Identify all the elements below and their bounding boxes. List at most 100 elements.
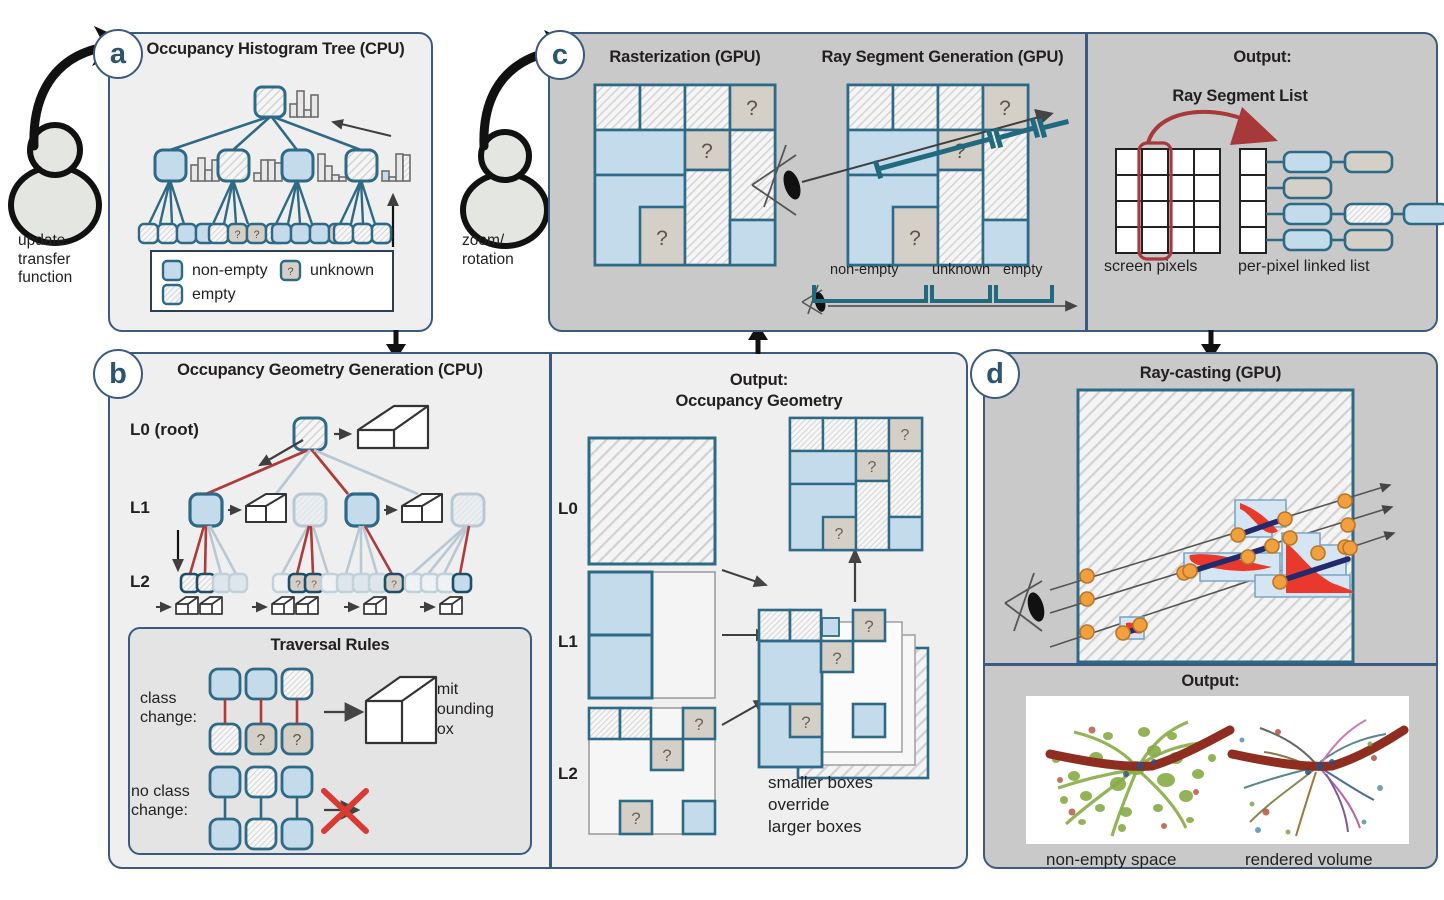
rule-no-class-change-cells <box>208 765 314 851</box>
svg-text:?: ? <box>253 229 259 241</box>
svg-text:?: ? <box>295 579 301 591</box>
tree-leaves-group4 <box>332 222 393 245</box>
histogram-l1-3 <box>381 153 411 182</box>
actor-label-line: transfer <box>18 250 71 268</box>
svg-text:?: ? <box>864 617 873 636</box>
b-node-l1-3 <box>450 492 486 528</box>
svg-text:?: ? <box>662 746 671 765</box>
b-out-arrow-l0 <box>721 569 768 587</box>
b-node-l1-1 <box>292 492 328 528</box>
b-node-l1-2 <box>344 492 380 528</box>
segment-brackets <box>812 285 1054 303</box>
actor-label-line: zoom/ <box>462 232 505 249</box>
b-out-l0-box <box>587 436 717 566</box>
segment-label-unknown: unknown <box>932 262 991 278</box>
panel-d-output-title: Output: <box>1181 672 1240 690</box>
panel-b-tree: ? ? ? <box>156 404 486 615</box>
panel-d-title: Ray-casting (GPU) <box>1139 364 1282 382</box>
b-out-l1-cell-0 <box>587 570 654 637</box>
b-out-merged-stack: ? ? ? <box>757 608 930 780</box>
b-out-l1-cell-1 <box>587 633 654 700</box>
actor-label-line: function <box>18 269 73 287</box>
b-l1-0-box <box>245 493 287 523</box>
linked-list-rows <box>1266 150 1444 252</box>
svg-text:?: ? <box>656 227 668 250</box>
b-out-final-grid: ? ? ? <box>788 416 924 552</box>
rule-emit-cube <box>364 675 438 745</box>
svg-text:?: ? <box>391 579 397 591</box>
linked-list-heads <box>1239 148 1267 254</box>
tree-node-l1-3 <box>344 148 379 183</box>
histogram-l1-0 <box>190 157 220 182</box>
b-l2-cells: ? ? ? <box>179 572 473 594</box>
caption-rendered-volume: rendered volume <box>1245 850 1373 869</box>
tree-node-l1-2 <box>280 148 315 183</box>
svg-text:?: ? <box>835 526 844 543</box>
svg-text:?: ? <box>631 809 640 828</box>
svg-text:?: ? <box>311 579 317 591</box>
svg-text:?: ? <box>293 732 302 749</box>
panel-d-badge: d <box>970 349 1020 399</box>
ray-segment-brackets <box>872 117 1070 180</box>
tree-node-l1-1 <box>216 148 251 183</box>
svg-text:?: ? <box>801 713 810 732</box>
red-arrow-head <box>1230 107 1278 145</box>
panel-c-raysegment-title: Ray Segment Generation (GPU) <box>821 48 1064 66</box>
eye-pupil <box>783 170 801 200</box>
actor-zoom-rotation-label: zoom/ rotation <box>462 232 514 269</box>
ray-segment-list-graphic <box>1115 107 1444 261</box>
traversal-rules-graphics: ? ? <box>208 667 438 851</box>
legend-label-unknown: unknown <box>310 262 375 279</box>
note-line: override <box>768 794 830 814</box>
segment-label-non-empty: non-empty <box>830 262 899 278</box>
svg-text:?: ? <box>901 427 910 444</box>
b-l2-emitted-boxes <box>156 596 463 615</box>
svg-text:?: ? <box>832 649 841 668</box>
panel-b-badge: b <box>93 349 143 399</box>
legend-swatch-non-empty <box>161 259 184 282</box>
svg-text:?: ? <box>701 140 713 163</box>
note-line: larger boxes <box>768 816 862 836</box>
ray-and-eye-icon <box>751 109 1070 216</box>
actor-label-line: rotation <box>462 250 514 268</box>
panel-c-rasterization-title: Rasterization (GPU) <box>609 48 761 66</box>
actor-label-line: update <box>18 232 66 249</box>
actor-update-transfer-function-label: update transfer function <box>18 232 72 288</box>
svg-text:?: ? <box>287 266 293 278</box>
legend-swatch-empty <box>161 283 184 306</box>
panel-a-legend: ? non-empty empty unknown <box>150 250 394 312</box>
caption-non-empty-space: non-empty space <box>1046 850 1177 869</box>
b-l0-bounding-box <box>356 404 430 450</box>
raycasting-scene <box>1004 388 1396 664</box>
svg-text:?: ? <box>234 229 240 241</box>
b-output-note: smaller boxes override larger boxes <box>768 772 938 837</box>
b-node-l1-0 <box>188 492 224 528</box>
panel-c-badge: c <box>535 30 585 80</box>
svg-text:?: ? <box>257 732 266 749</box>
legend-label-empty: empty <box>192 286 236 303</box>
tree-node-l1-0 <box>153 148 188 183</box>
legend-label-non-empty: non-empty <box>192 262 268 279</box>
histogram-root <box>289 90 319 118</box>
output-render-images <box>1026 696 1409 844</box>
histogram-l1-1 <box>253 159 283 182</box>
figure-root: update transfer function zoom/ rotation … <box>0 0 1444 900</box>
panel-c-output-title: Output: <box>1233 48 1292 66</box>
ray-line <box>801 109 1054 183</box>
svg-text:?: ? <box>868 459 877 476</box>
screen-pixel-grid <box>1115 148 1221 254</box>
caption-screen-pixels: screen pixels <box>1104 258 1198 275</box>
tree-node-root <box>253 85 287 119</box>
eye-pupil-d <box>1027 592 1045 622</box>
rendered-volume-images <box>1026 696 1409 844</box>
b-l1-2-box <box>401 493 443 523</box>
note-line: smaller boxes <box>768 773 873 792</box>
panel-a-badge: a <box>93 29 143 79</box>
svg-text:?: ? <box>694 715 703 734</box>
caption-per-pixel-linked-list: per-pixel linked list <box>1238 258 1370 275</box>
rule-class-change-cells: ? ? <box>208 667 314 756</box>
b-node-l0 <box>292 416 328 452</box>
segment-label-empty: empty <box>1003 262 1043 278</box>
histogram-l1-2 <box>317 153 347 182</box>
feedback-arrow-top <box>331 119 392 137</box>
